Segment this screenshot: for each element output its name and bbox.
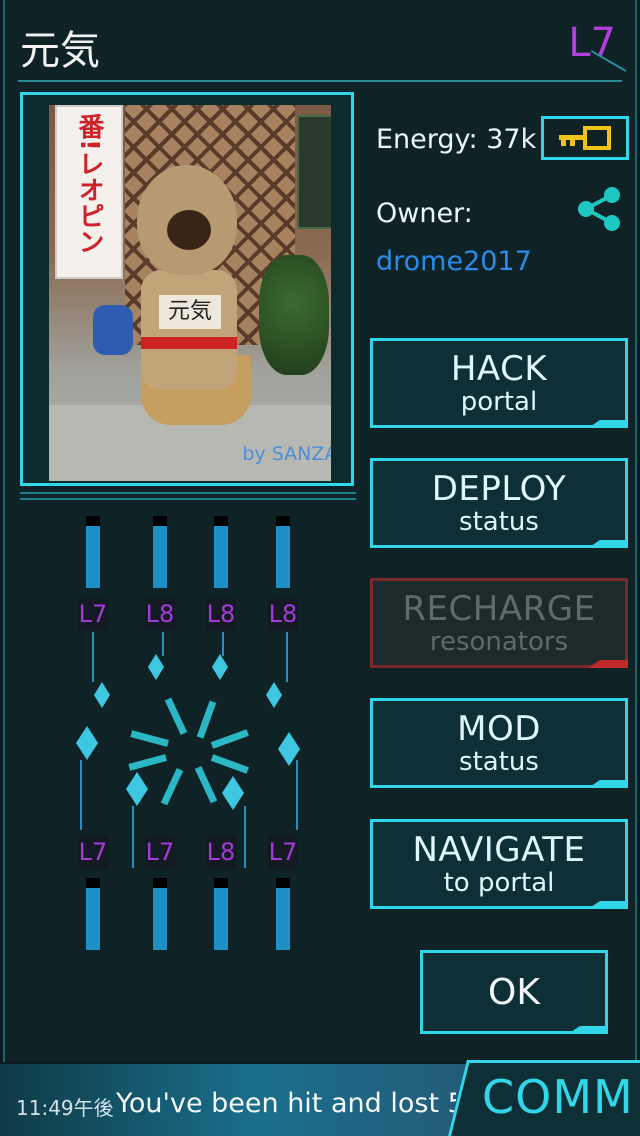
resonator-energy-bar <box>153 516 167 588</box>
navigate-button[interactable]: NAVIGATE to portal <box>370 819 628 909</box>
resonator-energy-bar <box>86 516 100 588</box>
portal-energy: Energy: 37k <box>376 124 537 155</box>
resonator-level: L7 <box>268 836 298 868</box>
resonator-level: L8 <box>268 598 298 630</box>
deploy-button[interactable]: DEPLOY status <box>370 458 628 548</box>
comm-message: You've been hit and lost 500 XM <box>116 1088 456 1119</box>
photo-bag <box>93 305 133 355</box>
title-divider <box>18 80 622 82</box>
resonator-link <box>162 632 164 656</box>
resonator-level: L8 <box>206 836 236 868</box>
comm-time: 11:49午後 <box>16 1096 114 1120</box>
resonator-level: L8 <box>145 598 175 630</box>
resonator-level: L8 <box>206 598 236 630</box>
button-corner <box>588 420 628 428</box>
photo-sign: 番!レオピン <box>55 105 123 279</box>
recharge-button-sublabel: resonators <box>429 627 569 657</box>
ok-button-label: OK <box>488 972 540 1013</box>
mod-button-sublabel: status <box>459 747 539 777</box>
resonator-energy-bar <box>214 516 228 588</box>
resonator-energy-bar <box>86 878 100 950</box>
deploy-button-label: DEPLOY <box>431 469 567 509</box>
photo-divider <box>20 492 356 500</box>
key-icon <box>559 126 611 150</box>
portal-title: 元気 <box>20 28 100 74</box>
owner-label: Owner: <box>376 198 473 229</box>
button-corner <box>588 540 628 548</box>
resonator-level: L7 <box>78 598 108 630</box>
portal-photo: 番!レオピン 元気 by SANZAI <box>49 105 331 481</box>
resonator-link <box>80 760 82 830</box>
resonator-level: L7 <box>78 836 108 868</box>
hack-button-sublabel: portal <box>460 387 538 417</box>
resonator-level: L7 <box>145 836 175 868</box>
ok-button[interactable]: OK <box>420 950 608 1034</box>
recharge-button-label: RECHARGE <box>402 589 596 629</box>
photo-sign-text: 番!レオピン <box>74 113 104 255</box>
button-corner <box>568 1026 608 1034</box>
resonator-link <box>244 806 246 868</box>
hack-button-label: HACK <box>450 349 548 389</box>
photo-credit: by SANZAI <box>242 443 331 465</box>
photo-plant <box>259 255 329 375</box>
photo-statue-body <box>141 270 237 390</box>
hack-button[interactable]: HACK portal <box>370 338 628 428</box>
resonator-link <box>132 806 134 868</box>
resonator-link <box>222 632 224 656</box>
photo-statue-belt <box>141 337 237 349</box>
resonator-energy-bar <box>276 878 290 950</box>
resonator-link <box>92 632 94 682</box>
resonator-energy-bar <box>153 878 167 950</box>
button-corner <box>588 901 628 909</box>
navigate-button-sublabel: to portal <box>443 868 555 898</box>
photo-statue-text: 元気 <box>159 295 221 329</box>
resonator-link <box>296 760 298 830</box>
button-corner <box>588 660 628 668</box>
mod-button[interactable]: MOD status <box>370 698 628 788</box>
photo-green-sign <box>297 115 331 229</box>
resonator-energy-bar <box>214 878 228 950</box>
mod-button-label: MOD <box>457 709 541 749</box>
photo-statue-mouth <box>167 210 211 250</box>
button-corner <box>588 780 628 788</box>
portal-key-button[interactable] <box>541 116 629 160</box>
resonator-energy-bar <box>276 516 290 588</box>
owner-name[interactable]: drome2017 <box>376 246 532 277</box>
navigate-button-label: NAVIGATE <box>412 830 586 870</box>
share-icon[interactable] <box>574 186 624 232</box>
recharge-button[interactable]: RECHARGE resonators <box>370 578 628 668</box>
portal-photo-frame[interactable]: 番!レオピン 元気 by SANZAI <box>20 92 354 486</box>
resonator-link <box>286 632 288 682</box>
comm-tab-label: COMM <box>482 1070 634 1124</box>
deploy-button-sublabel: status <box>459 507 539 537</box>
